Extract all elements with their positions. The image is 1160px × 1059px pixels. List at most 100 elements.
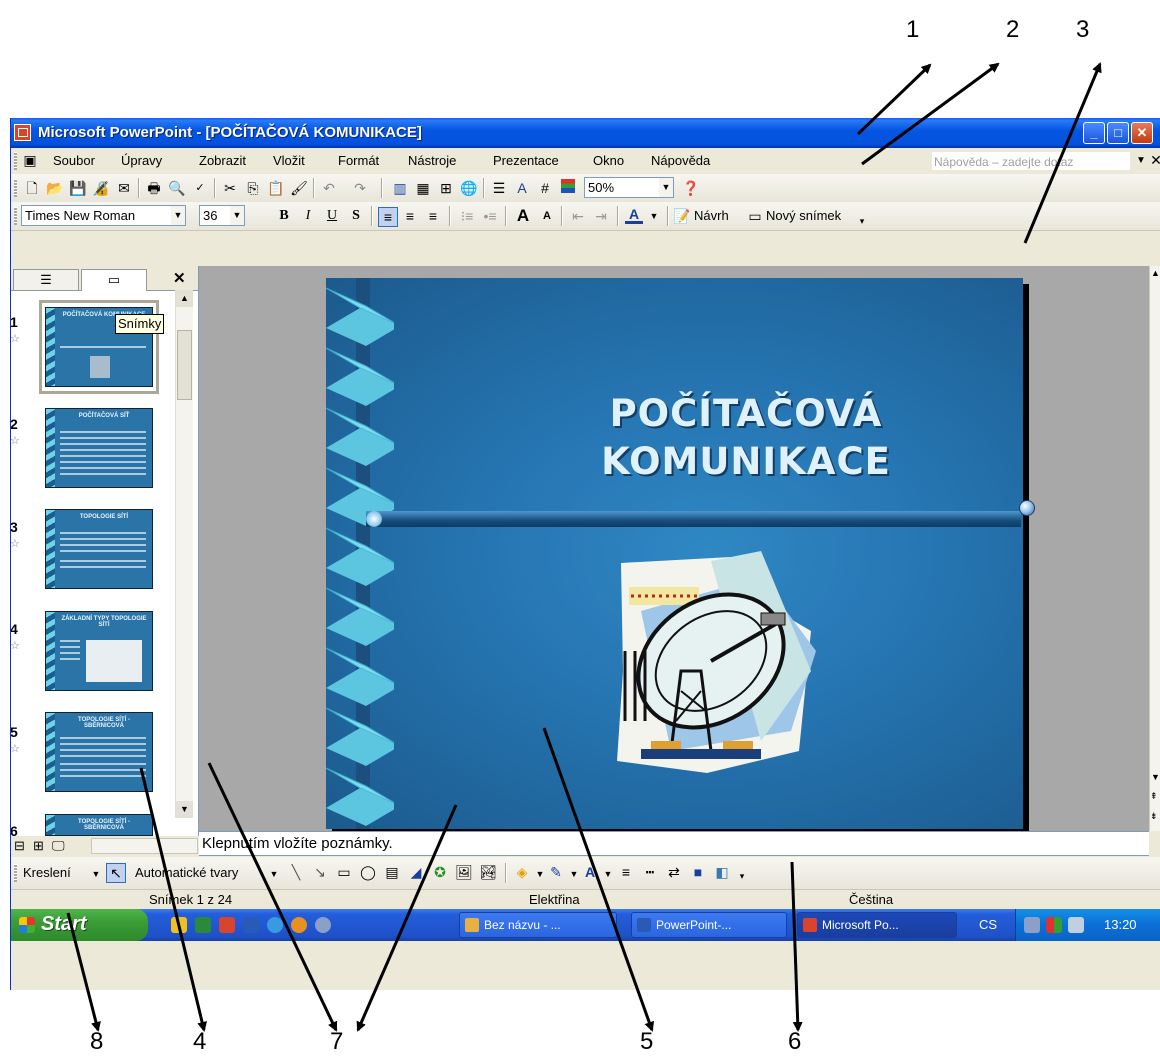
scrollbar-thumb[interactable] — [177, 330, 192, 400]
notes-pane[interactable]: Klepnutím vložíte poznámky. — [199, 831, 1149, 856]
clipart-icon[interactable]: 🖼 — [455, 863, 473, 881]
toolbar-grip[interactable] — [14, 207, 17, 225]
show-formatting-icon[interactable]: A — [513, 179, 531, 197]
menu-upravy[interactable]: Úpravy — [121, 153, 162, 168]
open-folder-icon[interactable]: 📂 — [46, 179, 64, 197]
close-button[interactable]: ✕ — [1131, 122, 1153, 144]
picture-icon[interactable]: 🏞 — [479, 863, 497, 881]
chevron-down-icon[interactable]: ▼ — [659, 178, 673, 197]
underline-icon[interactable]: U — [323, 207, 341, 225]
normal-view-icon[interactable]: ⊟ — [14, 838, 25, 854]
format-painter-icon[interactable]: 🖌 — [290, 179, 308, 197]
messenger-quicklaunch-icon[interactable] — [315, 917, 331, 933]
tables-borders-icon[interactable]: ⊞ — [437, 179, 455, 197]
design-button[interactable]: Návrh — [694, 208, 729, 223]
expand-all-icon[interactable]: ☰ — [490, 179, 508, 197]
satellite-dish-clipart[interactable] — [611, 551, 821, 778]
grid-icon[interactable]: # — [536, 179, 554, 197]
slideshow-icon[interactable]: 🖵 — [52, 838, 65, 854]
font-color-icon[interactable]: A — [581, 863, 599, 881]
copy-icon[interactable]: ⎘ — [244, 179, 262, 197]
align-left-icon[interactable]: ≡ — [378, 207, 398, 227]
toolbar-options-icon[interactable]: ▾ — [733, 867, 751, 885]
increase-indent-icon[interactable]: ⇥ — [592, 207, 610, 225]
line-style-icon[interactable]: ≡ — [617, 863, 635, 881]
design-icon[interactable]: 📝 — [673, 207, 691, 225]
align-right-icon[interactable]: ≡ — [424, 207, 442, 225]
taskbar-button-active[interactable]: Microsoft Po... — [797, 912, 957, 938]
slide-thumbnail[interactable]: TOPOLOGIE SÍTÍ - SBĚRNICOVÁ — [45, 814, 153, 836]
chevron-down-icon[interactable]: ▼ — [645, 207, 663, 225]
font-color-icon[interactable]: A — [625, 207, 643, 224]
title-bar[interactable]: Microsoft PowerPoint - [POČÍTAČOVÁ KOMUN… — [11, 118, 1160, 148]
font-size-select[interactable]: 36 ▼ — [199, 205, 245, 226]
numbering-icon[interactable]: ⁝≡ — [458, 207, 476, 225]
insert-table-icon[interactable]: ▦ — [414, 179, 432, 197]
hyperlink-icon[interactable]: 🌐 — [460, 179, 478, 197]
maximize-button[interactable]: □ — [1107, 122, 1129, 144]
document-icon[interactable]: ▣ — [21, 151, 39, 169]
network-icon[interactable] — [1024, 917, 1040, 933]
word-quicklaunch-icon[interactable] — [243, 917, 259, 933]
permission-icon[interactable]: 🔏 — [92, 179, 110, 197]
line-color-icon[interactable]: ✎ — [547, 863, 565, 881]
save-icon[interactable]: 💾 — [69, 179, 87, 197]
rectangle-icon[interactable]: ▭ — [335, 863, 353, 881]
italic-icon[interactable]: I — [299, 207, 317, 225]
color-grayscale-icon[interactable] — [559, 179, 577, 197]
drawing-menu-button[interactable]: Kreslení — [23, 865, 71, 880]
dash-style-icon[interactable]: ┅ — [641, 863, 659, 881]
fill-color-icon[interactable]: ◈ — [513, 863, 531, 881]
media-player-quicklaunch-icon[interactable] — [291, 917, 307, 933]
tab-slides[interactable]: ▭ — [81, 269, 147, 291]
help-icon[interactable]: ❓ — [682, 179, 700, 197]
menu-prezentace[interactable]: Prezentace — [493, 153, 559, 168]
minimize-button[interactable]: _ — [1083, 122, 1105, 144]
print-preview-icon[interactable]: 🔍 — [168, 179, 186, 197]
slide-sorter-icon[interactable]: ⊞ — [33, 838, 44, 854]
zoom-select[interactable]: 50% ▼ — [584, 177, 674, 198]
spelling-icon[interactable]: ✓ — [191, 179, 209, 197]
security-icon[interactable] — [1046, 917, 1062, 933]
undo-icon[interactable]: ↶ — [320, 179, 338, 197]
slides-pane-scrollbar[interactable]: ▲ ▼ — [175, 290, 193, 818]
menu-nastroje[interactable]: Nástroje — [408, 153, 456, 168]
taskbar-button[interactable]: Bez názvu - ... — [459, 912, 617, 938]
paste-icon[interactable]: 📋 — [267, 179, 285, 197]
shadow-icon[interactable]: S — [347, 207, 365, 225]
new-slide-button[interactable]: Nový snímek — [766, 208, 841, 223]
new-document-icon[interactable]: 🗋 — [23, 179, 41, 197]
print-icon[interactable]: 🖶 — [145, 179, 163, 197]
scroll-up-icon[interactable]: ▲ — [1151, 268, 1160, 278]
menu-zobrazit[interactable]: Zobrazit — [199, 153, 246, 168]
wordart-icon[interactable]: ◢ — [407, 863, 425, 881]
chevron-down-icon[interactable]: ▼ — [265, 865, 283, 883]
cut-icon[interactable]: ✂ — [221, 179, 239, 197]
diagram-icon[interactable]: ✪ — [431, 863, 449, 881]
scroll-up-icon[interactable]: ▲ — [176, 290, 193, 307]
start-button[interactable]: Start — [11, 909, 148, 941]
slide-title[interactable]: POČÍTAČOVÁ KOMUNIKACE — [486, 390, 1006, 486]
slide-thumbnail[interactable]: POČÍTAČOVÁ SÍŤ — [45, 408, 153, 488]
bold-icon[interactable]: B — [275, 207, 293, 225]
close-pane-icon[interactable]: ✕ — [173, 269, 186, 287]
toolbar-grip[interactable] — [14, 864, 17, 882]
select-objects-icon[interactable]: ↖ — [106, 863, 126, 883]
toolbar-grip[interactable] — [14, 179, 17, 197]
email-icon[interactable]: ✉ — [115, 179, 133, 197]
vertical-scrollbar[interactable]: ▲ ▼ ⇞ ⇟ — [1149, 266, 1160, 831]
chevron-down-icon[interactable]: ▼ — [599, 865, 617, 883]
menu-vlozit[interactable]: Vložit — [273, 153, 305, 168]
close-document-icon[interactable]: ✕ — [1147, 151, 1160, 169]
menu-okno[interactable]: Okno — [593, 153, 624, 168]
slide-thumbnail[interactable]: ZÁKLADNÍ TYPY TOPOLOGIE SÍTÍ — [45, 611, 153, 691]
slide-thumbnail[interactable]: TOPOLOGIE SÍTÍ - SBĚRNICOVÁ — [45, 712, 153, 792]
arrow-style-icon[interactable]: ⇄ — [665, 863, 683, 881]
slide-thumbnail[interactable]: TOPOLOGIE SÍTÍ — [45, 509, 153, 589]
menu-napoveda[interactable]: Nápověda — [651, 153, 710, 168]
menu-soubor[interactable]: Soubor — [53, 153, 95, 168]
toolbar-options-icon[interactable]: ▾ — [853, 212, 871, 230]
font-select[interactable]: Times New Roman ▼ — [21, 205, 186, 226]
chevron-down-icon[interactable]: ▼ — [87, 865, 105, 883]
align-center-icon[interactable]: ≡ — [401, 207, 419, 225]
